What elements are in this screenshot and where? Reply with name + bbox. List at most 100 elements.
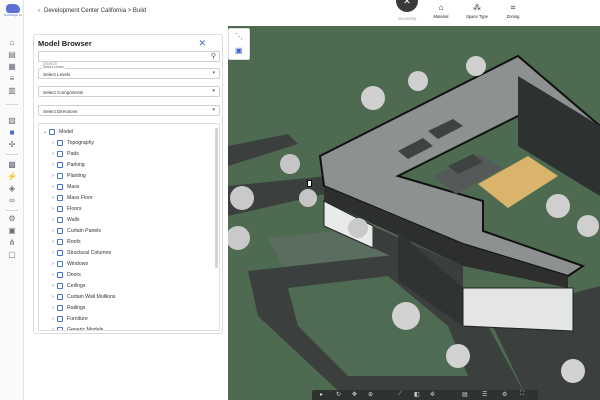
checkbox[interactable] xyxy=(57,173,63,179)
tree-item[interactable]: › Curtain Wall Mullions xyxy=(49,292,116,302)
search-icon[interactable]: ⚲ xyxy=(211,52,216,60)
chevron-right-icon[interactable]: › xyxy=(49,151,57,157)
checkbox[interactable] xyxy=(57,151,63,157)
checkbox[interactable] xyxy=(57,327,63,330)
chevron-right-icon[interactable]: › xyxy=(49,195,57,201)
network-icon[interactable]: ✣ xyxy=(7,140,17,150)
tree-item[interactable]: › Floors xyxy=(49,204,81,214)
tree-item[interactable]: › Planting xyxy=(49,171,86,181)
checkbox[interactable] xyxy=(57,305,63,311)
calendar-icon[interactable]: ▦ xyxy=(7,62,17,72)
chevron-right-icon[interactable]: › xyxy=(49,250,57,256)
chevron-right-icon[interactable]: › xyxy=(49,305,57,311)
checkbox[interactable] xyxy=(57,239,63,245)
settings-icon[interactable]: ⚙ xyxy=(502,391,507,398)
bolt-icon[interactable]: ⚡ xyxy=(7,172,17,182)
fullscreen-icon[interactable]: ⛶ xyxy=(520,391,524,398)
checkbox[interactable] xyxy=(57,294,63,300)
tree-item[interactable]: › Generic Models xyxy=(49,325,103,330)
tree-item[interactable]: › Curtain Panels xyxy=(49,226,101,236)
tree-item[interactable]: › Windows xyxy=(49,259,88,269)
select-icon[interactable]: ▸ xyxy=(320,391,323,398)
measure-icon[interactable]: ⟋ xyxy=(398,391,402,398)
chevron-right-icon[interactable]: › xyxy=(49,217,57,223)
orbit-icon[interactable]: ↻ xyxy=(336,391,341,398)
checkbox[interactable] xyxy=(57,184,63,190)
tree-item[interactable]: › Mass Floor xyxy=(49,193,93,203)
breadcrumb[interactable]: ‹ Development Center California > Build xyxy=(38,8,146,14)
checkbox[interactable] xyxy=(57,250,63,256)
chevron-right-icon[interactable]: › xyxy=(49,283,57,289)
database-icon[interactable]: ≡ xyxy=(7,74,17,84)
checkbox[interactable] xyxy=(57,217,63,223)
tree-root[interactable]: ⌄ Model xyxy=(41,127,73,137)
chevron-right-icon[interactable]: › xyxy=(49,261,57,267)
chevron-down-icon[interactable]: ⌄ xyxy=(41,129,49,135)
build-icon[interactable]: ■ xyxy=(7,128,17,138)
tree-item[interactable]: › Walls xyxy=(49,215,80,225)
chevron-right-icon[interactable]: › xyxy=(49,140,57,146)
chevron-right-icon[interactable]: › xyxy=(49,272,57,278)
checkbox[interactable] xyxy=(57,195,63,201)
close-icon[interactable]: ✕ xyxy=(396,0,418,12)
checkbox[interactable] xyxy=(57,206,63,212)
chevron-right-icon[interactable]: › xyxy=(49,294,57,300)
close-icon[interactable]: ✕ xyxy=(198,38,206,49)
explode-icon[interactable]: ✲ xyxy=(430,391,435,398)
map-icon[interactable]: ▧ xyxy=(7,116,17,126)
grid-icon[interactable]: ▩ xyxy=(7,160,17,170)
glasses-icon[interactable]: ∞ xyxy=(7,196,17,206)
layers-icon[interactable]: ◈ xyxy=(7,184,17,194)
tree-item[interactable]: › Mass xyxy=(49,182,79,192)
hierarchy-icon[interactable]: ⋱ xyxy=(235,32,243,41)
tree-item[interactable]: › Parking xyxy=(49,160,85,170)
chart-icon[interactable]: ▥ xyxy=(7,86,17,96)
3d-viewport[interactable] xyxy=(228,26,600,400)
checkbox[interactable] xyxy=(57,272,63,278)
scrollbar[interactable] xyxy=(215,128,218,268)
breadcrumb-text[interactable]: Development Center California > Build xyxy=(44,8,146,14)
checkbox[interactable] xyxy=(57,162,63,168)
tree-icon[interactable]: ⋔ xyxy=(7,238,17,248)
pan-icon[interactable]: ✥ xyxy=(352,391,357,398)
properties-icon[interactable]: ▤ xyxy=(462,391,468,398)
zoom-icon[interactable]: ⊕ xyxy=(368,391,373,398)
clipboard-icon[interactable]: ▣ xyxy=(7,226,17,236)
chevron-right-icon[interactable]: › xyxy=(49,228,57,234)
checkbox[interactable] xyxy=(57,261,63,267)
levels-select[interactable]: Select Levels Select Levels ▾ xyxy=(38,65,220,79)
tab-zoning[interactable]: ⌗ Zoning xyxy=(494,2,532,19)
tree-item[interactable]: › Furniture xyxy=(49,314,88,324)
checkbox[interactable] xyxy=(57,228,63,234)
tree-item[interactable]: › Pads xyxy=(49,149,79,159)
chevron-left-icon[interactable]: ‹ xyxy=(38,8,40,14)
checkbox[interactable] xyxy=(57,316,63,322)
document-icon[interactable]: ▢ xyxy=(7,250,17,260)
tree-item[interactable]: › Roofs xyxy=(49,237,81,247)
tab-material[interactable]: ⌂ Material xyxy=(422,2,460,19)
checkbox[interactable] xyxy=(57,140,63,146)
home-icon[interactable]: ⌂ xyxy=(7,38,17,48)
tree-item[interactable]: › Ceilings xyxy=(49,281,85,291)
chevron-right-icon[interactable]: › xyxy=(49,316,57,322)
tab-geometry[interactable]: ✕ Geometry xyxy=(388,0,426,21)
chevron-right-icon[interactable]: › xyxy=(49,327,57,330)
chevron-right-icon[interactable]: › xyxy=(49,239,57,245)
tree-item[interactable]: › Doors xyxy=(49,270,81,280)
section-icon[interactable]: ◧ xyxy=(414,391,420,398)
chevron-right-icon[interactable]: › xyxy=(49,184,57,190)
tree-item[interactable]: › Railings xyxy=(49,303,85,313)
chevron-right-icon[interactable]: › xyxy=(49,162,57,168)
tree-item[interactable]: › Topography xyxy=(49,138,94,148)
directions-select[interactable]: Select Directions ▾ xyxy=(38,105,220,116)
chevron-right-icon[interactable]: › xyxy=(49,206,57,212)
settings-icon[interactable]: ⚙ xyxy=(7,214,17,224)
components-select[interactable]: Select Components ▾ xyxy=(38,86,220,97)
tab-space-type[interactable]: ⁂ Space Type xyxy=(458,2,496,19)
chevron-right-icon[interactable]: › xyxy=(49,173,57,179)
tree-item[interactable]: › Structural Columns xyxy=(49,248,111,258)
file-icon[interactable]: ▤ xyxy=(7,50,17,60)
model-browser-icon[interactable]: ☰ xyxy=(482,391,487,398)
checkbox[interactable] xyxy=(49,129,55,135)
document-search-icon[interactable]: ▣ xyxy=(235,46,243,55)
